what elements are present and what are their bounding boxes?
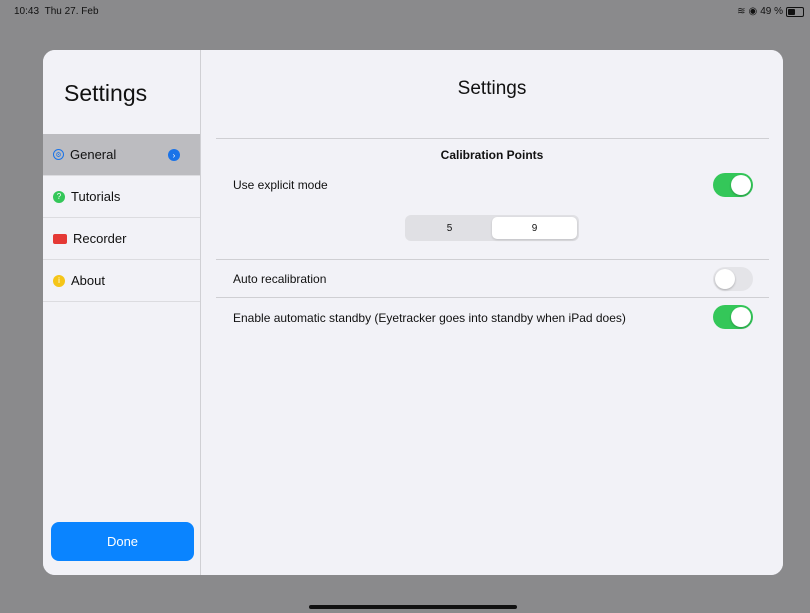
- sidebar-item-label: Recorder: [73, 231, 127, 246]
- sidebar-list: ⚙ General › ? Tutorials Recorder i About: [43, 134, 200, 302]
- main-panel: Settings Calibration Points Use explicit…: [201, 50, 783, 575]
- home-indicator: [309, 605, 517, 609]
- settings-modal: Settings ⚙ General › ? Tutorials Recorde…: [43, 50, 783, 575]
- explicit-mode-label: Use explicit mode: [233, 178, 328, 192]
- done-button[interactable]: Done: [51, 522, 194, 561]
- automatic-standby-label: Enable automatic standby (Eyetracker goe…: [233, 311, 626, 325]
- question-icon: ?: [53, 190, 65, 203]
- status-date: Thu 27. Feb: [44, 6, 99, 17]
- divider: [216, 297, 769, 298]
- calibration-points-segmented-control: 5 9: [405, 215, 579, 241]
- segment-9[interactable]: 9: [492, 217, 577, 239]
- sidebar-item-general[interactable]: ⚙ General ›: [43, 134, 200, 176]
- wifi-icon: ≋: [737, 6, 746, 17]
- sidebar-item-label: Tutorials: [71, 189, 121, 204]
- toggle-knob: [731, 307, 751, 327]
- orientation-lock-icon: ◉: [748, 6, 758, 17]
- toggle-knob: [715, 269, 735, 289]
- auto-recalibration-toggle[interactable]: [713, 267, 753, 291]
- toggle-knob: [731, 175, 751, 195]
- battery-percent: 49 %: [760, 6, 783, 17]
- explicit-mode-toggle[interactable]: [713, 173, 753, 197]
- sidebar-item-recorder[interactable]: Recorder: [43, 218, 200, 260]
- battery-fill: [788, 8, 795, 15]
- info-icon: i: [53, 274, 65, 287]
- sidebar-item-label: About: [71, 273, 105, 288]
- segment-5[interactable]: 5: [407, 217, 492, 239]
- sidebar-title: Settings: [64, 80, 148, 106]
- sidebar: Settings ⚙ General › ? Tutorials Recorde…: [43, 50, 201, 575]
- divider: [216, 138, 769, 139]
- sidebar-item-label: General: [70, 147, 117, 162]
- section-header: Calibration Points: [440, 148, 544, 162]
- chevron-right-icon: ›: [168, 149, 180, 161]
- status-bar: 10:43 Thu 27. Feb ≋ ◉ 49 %: [0, 0, 810, 24]
- gear-circle-icon: ⚙: [53, 149, 64, 160]
- auto-recalibration-label: Auto recalibration: [233, 272, 327, 286]
- sidebar-item-tutorials[interactable]: ? Tutorials: [43, 176, 200, 218]
- divider: [216, 259, 769, 260]
- battery-icon: [786, 6, 804, 17]
- status-time: 10:43: [14, 6, 40, 17]
- video-camera-icon: [53, 233, 67, 244]
- sidebar-item-about[interactable]: i About: [43, 260, 200, 302]
- page-title: Settings: [457, 78, 527, 99]
- automatic-standby-toggle[interactable]: [713, 305, 753, 329]
